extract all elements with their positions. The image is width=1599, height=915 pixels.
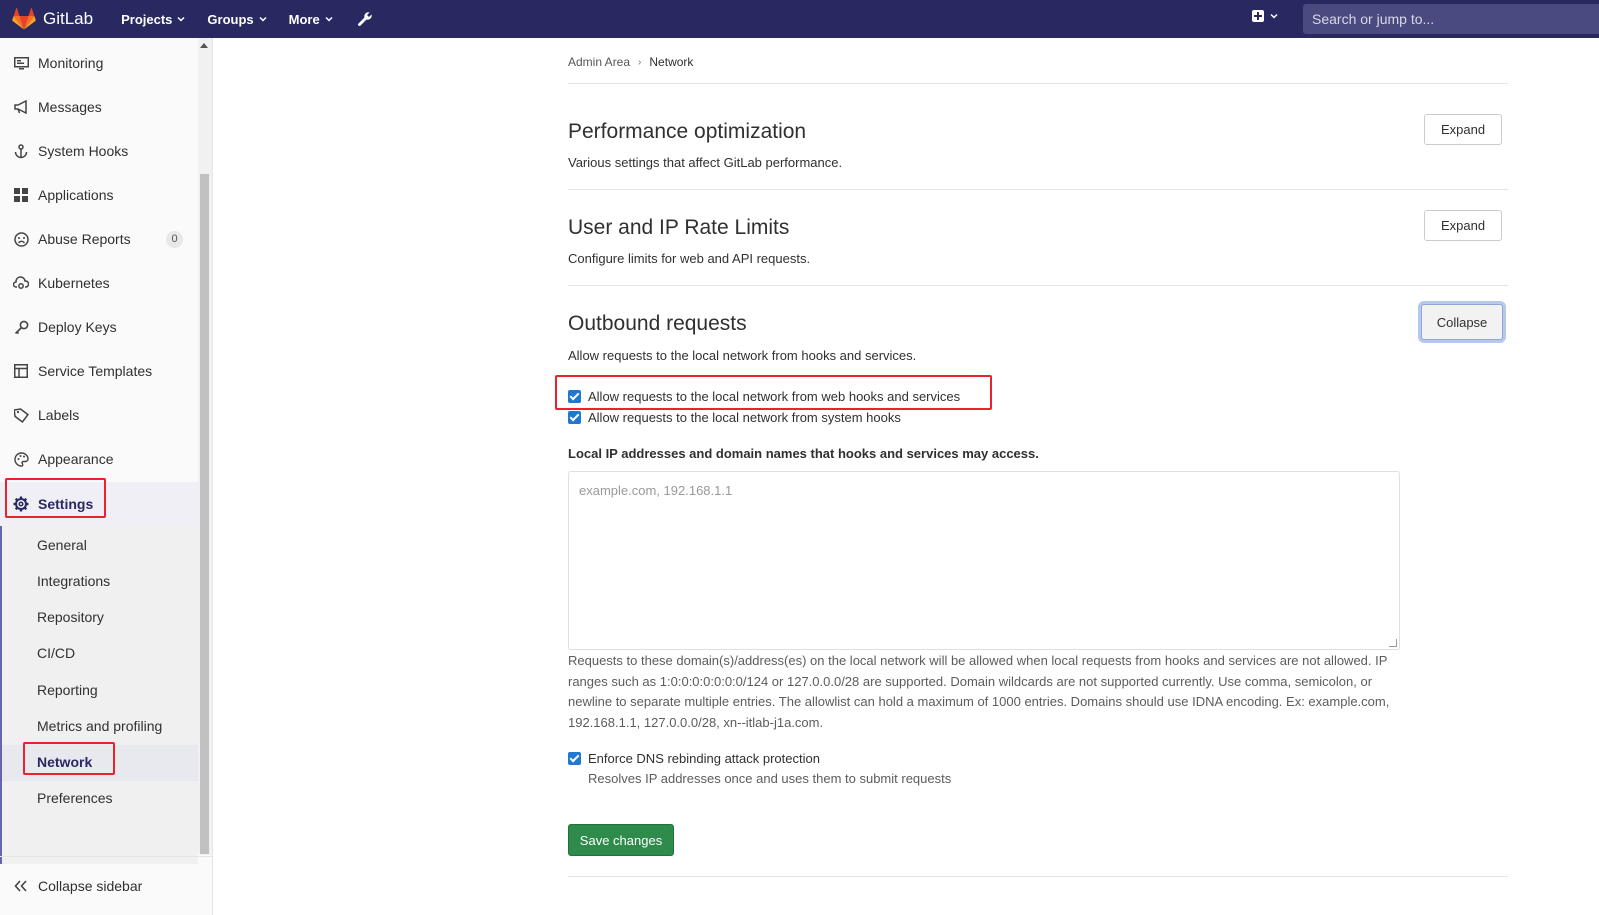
grid-icon (13, 187, 29, 203)
sidebar-item-service-templates[interactable]: Service Templates (0, 349, 198, 393)
nav-projects[interactable]: Projects (121, 12, 185, 27)
section-desc-outbound: Allow requests to the local network from… (568, 348, 917, 363)
system-hooks-checkbox-label[interactable]: Allow requests to the local network from… (588, 410, 901, 425)
sidebar-sub-integrations[interactable]: Integrations (37, 573, 110, 589)
chevron-down-icon (259, 16, 267, 22)
system-hooks-checkbox-row[interactable]: Allow requests to the local network from… (568, 410, 901, 425)
chevron-down-icon (325, 16, 333, 22)
allowlist-textarea[interactable]: example.com, 192.168.1.1 (568, 471, 1400, 650)
system-hooks-checkbox[interactable] (568, 411, 581, 424)
sidebar-item-label: System Hooks (38, 143, 129, 159)
sidebar-item-system-hooks[interactable]: System Hooks (0, 129, 198, 173)
dns-rebinding-checkbox[interactable] (568, 752, 581, 765)
sidebar-sub-preferences[interactable]: Preferences (37, 790, 112, 806)
chevron-down-icon (1270, 13, 1278, 19)
scroll-up-arrow-icon[interactable] (200, 43, 208, 48)
section-title-rate-limits: User and IP Rate Limits (568, 216, 790, 239)
nav-more-label: More (288, 11, 320, 27)
admin-sidebar: Monitoring Messages System Hooks Applica… (0, 38, 213, 915)
allowlist-label: Local IP addresses and domain names that… (568, 446, 1039, 461)
dns-checkbox-label[interactable]: Enforce DNS rebinding attack protection (588, 751, 820, 766)
sidebar-sub-reporting[interactable]: Reporting (37, 682, 98, 698)
sidebar-item-abuse-reports[interactable]: Abuse Reports 0 (0, 217, 198, 261)
admin-area-link[interactable] (357, 11, 373, 27)
highlight-annotation-web-hooks (555, 375, 992, 410)
tag-icon (13, 407, 29, 423)
dns-checkbox-row[interactable]: Enforce DNS rebinding attack protection (568, 751, 820, 766)
expand-rate-limits-button[interactable]: Expand (1424, 210, 1502, 241)
save-changes-button[interactable]: Save changes (568, 824, 674, 856)
key-icon (13, 319, 29, 335)
gitlab-logo[interactable]: GitLab (12, 0, 93, 38)
sidebar-item-appearance[interactable]: Appearance (0, 437, 198, 481)
highlight-annotation-settings (5, 478, 106, 518)
breadcrumb-current: Network (649, 55, 694, 69)
nav-more[interactable]: More (289, 12, 333, 27)
sidebar-sub-metrics-profiling[interactable]: Metrics and profiling (37, 718, 162, 734)
monitor-icon (13, 55, 29, 71)
collapse-sidebar-label: Collapse sidebar (38, 878, 143, 894)
sidebar-item-label: Appearance (38, 451, 114, 467)
expand-performance-button[interactable]: Expand (1424, 114, 1502, 145)
sidebar-item-label: Service Templates (38, 363, 153, 379)
sidebar-item-messages[interactable]: Messages (0, 85, 198, 129)
sidebar-item-label: Labels (38, 407, 80, 423)
sidebar-item-deploy-keys[interactable]: Deploy Keys (0, 305, 198, 349)
nav-groups[interactable]: Groups (207, 11, 267, 27)
section-title-performance: Performance optimization (568, 120, 807, 143)
sidebar-sub-ci-cd[interactable]: CI/CD (37, 645, 75, 661)
template-icon (13, 363, 29, 379)
gitlab-tanuki-icon (12, 8, 36, 30)
frown-icon (13, 231, 29, 247)
collapse-outbound-button[interactable]: Collapse (1421, 304, 1503, 340)
top-navbar: GitLab Projects Groups More Search or ju… (0, 0, 1599, 38)
section-desc-rate-limits: Configure limits for web and API request… (568, 251, 811, 266)
cloud-gear-icon (13, 275, 29, 291)
sidebar-sub-repository[interactable]: Repository (37, 609, 104, 625)
allowlist-placeholder: example.com, 192.168.1.1 (579, 483, 733, 498)
allowlist-help-text: Requests to these domain(s)/address(es) … (568, 653, 1390, 730)
nav-groups-label: Groups (207, 11, 254, 27)
sidebar-item-label: Monitoring (38, 55, 104, 71)
sidebar-item-label: Kubernetes (38, 275, 110, 291)
sidebar-item-label: Deploy Keys (38, 319, 117, 335)
collapse-sidebar-button[interactable]: Collapse sidebar (0, 856, 213, 915)
count-badge: 0 (166, 230, 183, 248)
hook-icon (13, 143, 29, 159)
sidebar-item-applications[interactable]: Applications (0, 173, 198, 217)
sidebar-item-label: Abuse Reports (38, 231, 131, 247)
divider (568, 189, 1508, 190)
highlight-annotation-network (23, 742, 115, 775)
new-dropdown[interactable] (1252, 10, 1278, 22)
search-input[interactable]: Search or jump to... (1303, 4, 1599, 34)
bullhorn-icon (13, 99, 29, 115)
plus-square-icon (1252, 10, 1264, 22)
sidebar-sub-general[interactable]: General (37, 537, 87, 553)
sidebar-item-labels[interactable]: Labels (0, 393, 198, 437)
brand-name: GitLab (43, 9, 94, 28)
divider (568, 285, 1508, 286)
section-title-outbound: Outbound requests (568, 312, 747, 335)
sidebar-item-label: Messages (38, 99, 102, 115)
wrench-icon (357, 12, 372, 26)
breadcrumb: Admin Area › Network (568, 55, 693, 69)
main-content: Admin Area › Network Performance optimiz… (213, 38, 1599, 915)
resize-handle-icon[interactable] (1389, 639, 1397, 647)
nav-projects-label: Projects (121, 11, 173, 27)
divider (568, 83, 1508, 84)
divider (568, 876, 1508, 877)
palette-icon (13, 451, 29, 467)
breadcrumb-admin-area[interactable]: Admin Area (568, 55, 630, 69)
breadcrumb-chevron-icon: › (638, 56, 642, 68)
scrollbar-thumb[interactable] (200, 174, 209, 854)
double-chevron-left-icon (13, 878, 29, 894)
sidebar-item-label: Applications (38, 187, 114, 203)
section-desc-performance: Various settings that affect GitLab perf… (568, 155, 843, 170)
sidebar-item-kubernetes[interactable]: Kubernetes (0, 261, 198, 305)
sidebar-item-monitoring[interactable]: Monitoring (0, 41, 198, 85)
dns-help-text: Resolves IP addresses once and uses them… (588, 771, 952, 786)
chevron-down-icon (177, 16, 185, 22)
